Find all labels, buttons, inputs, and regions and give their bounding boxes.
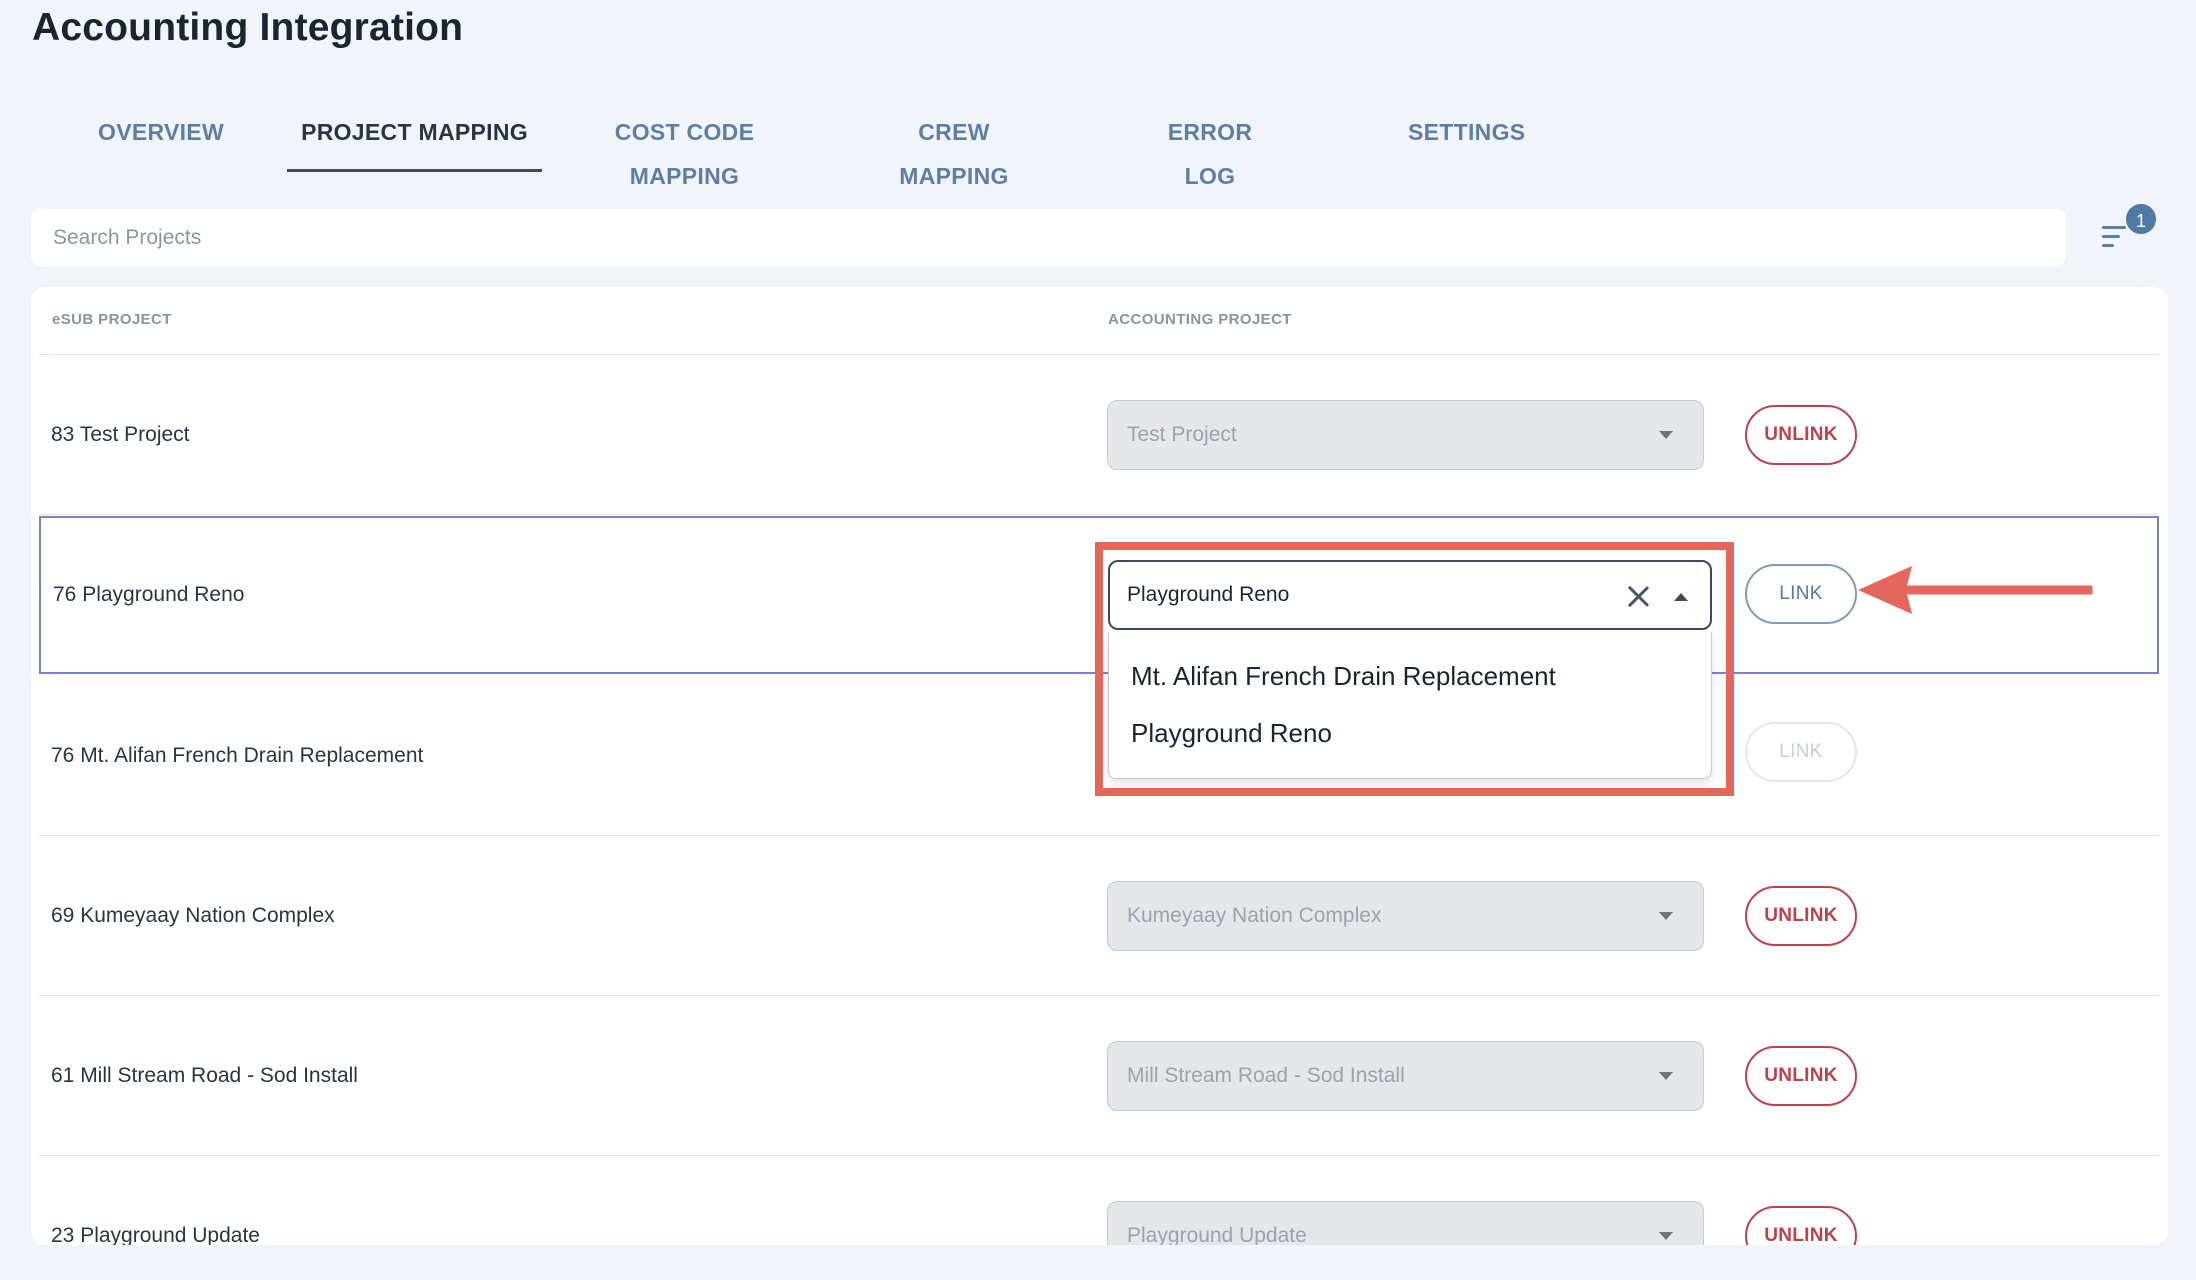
select-value: Playground Update bbox=[1127, 1224, 1307, 1245]
page-title: Accounting Integration bbox=[32, 6, 464, 49]
tab-crew-mapping[interactable]: CREW MAPPING bbox=[863, 110, 1045, 189]
accounting-project-select[interactable]: Kumeyaay Nation Complex bbox=[1107, 881, 1704, 951]
row-divider bbox=[39, 514, 2159, 515]
chevron-down-icon bbox=[1659, 431, 1673, 439]
chevron-down-icon bbox=[1659, 1072, 1673, 1080]
filter-button[interactable]: 1 bbox=[2094, 202, 2158, 262]
table-row-selected: 76 Playground Reno LINK bbox=[39, 516, 2159, 674]
accounting-project-select[interactable]: Playground Update bbox=[1107, 1201, 1704, 1245]
accounting-project-select[interactable]: Mill Stream Road - Sod Install bbox=[1107, 1041, 1704, 1111]
chevron-down-icon bbox=[1659, 912, 1673, 920]
filter-lines-icon bbox=[2102, 226, 2126, 253]
esub-project-name: 61 Mill Stream Road - Sod Install bbox=[51, 1064, 358, 1087]
esub-project-name: 69 Kumeyaay Nation Complex bbox=[51, 904, 335, 927]
unlink-button[interactable]: UNLINK bbox=[1745, 1206, 1857, 1245]
filter-count-badge: 1 bbox=[2124, 202, 2158, 236]
dropdown-menu: Mt. Alifan French Drain Replacement Play… bbox=[1108, 632, 1712, 779]
link-button[interactable]: LINK bbox=[1745, 564, 1857, 624]
select-value: Playground Reno bbox=[1127, 583, 1290, 606]
clear-icon[interactable] bbox=[1626, 584, 1650, 608]
unlink-button[interactable]: UNLINK bbox=[1745, 405, 1857, 465]
esub-project-name: 76 Playground Reno bbox=[53, 583, 245, 606]
project-mapping-table: eSUB PROJECT ACCOUNTING PROJECT 83 Test … bbox=[31, 287, 2168, 1245]
column-header-accounting-project: ACCOUNTING PROJECT bbox=[1108, 311, 1292, 328]
esub-project-name: 83 Test Project bbox=[51, 423, 190, 446]
table-row: 76 Mt. Alifan French Drain Replacement L… bbox=[39, 676, 2159, 836]
tab-bar: OVERVIEW PROJECT MAPPING COST CODE MAPPI… bbox=[0, 110, 1600, 189]
dropdown-option[interactable]: Playground Reno bbox=[1131, 718, 1332, 749]
select-value: Kumeyaay Nation Complex bbox=[1127, 904, 1382, 927]
chevron-up-icon[interactable] bbox=[1674, 593, 1688, 601]
esub-project-name: 23 Playground Update bbox=[51, 1224, 260, 1245]
table-row: 83 Test Project Test Project UNLINK bbox=[39, 355, 2159, 515]
esub-project-name: 76 Mt. Alifan French Drain Replacement bbox=[51, 744, 424, 767]
table-row: 69 Kumeyaay Nation Complex Kumeyaay Nati… bbox=[39, 836, 2159, 996]
tab-settings[interactable]: SETTINGS bbox=[1408, 110, 1525, 172]
tab-project-mapping[interactable]: PROJECT MAPPING bbox=[287, 110, 542, 172]
table-row: 61 Mill Stream Road - Sod Install Mill S… bbox=[39, 996, 2159, 1156]
tab-cost-code-mapping[interactable]: COST CODE MAPPING bbox=[562, 110, 807, 189]
unlink-button[interactable]: UNLINK bbox=[1745, 886, 1857, 946]
accounting-project-select-open[interactable]: Playground Reno bbox=[1108, 560, 1712, 630]
column-header-esub-project: eSUB PROJECT bbox=[52, 311, 172, 328]
select-value: Mill Stream Road - Sod Install bbox=[1127, 1064, 1405, 1087]
link-button-disabled[interactable]: LINK bbox=[1745, 722, 1857, 782]
tab-overview[interactable]: OVERVIEW bbox=[98, 110, 224, 172]
tab-error-log[interactable]: ERROR LOG bbox=[1145, 110, 1275, 189]
annotation-arrow-icon bbox=[1858, 566, 2093, 614]
select-value: Test Project bbox=[1127, 423, 1237, 446]
unlink-button[interactable]: UNLINK bbox=[1745, 1046, 1857, 1106]
dropdown-option[interactable]: Mt. Alifan French Drain Replacement bbox=[1131, 661, 1556, 692]
table-row: 23 Playground Update Playground Update U… bbox=[39, 1156, 2159, 1245]
search-input[interactable] bbox=[31, 209, 2066, 266]
accounting-project-select[interactable]: Test Project bbox=[1107, 400, 1704, 470]
chevron-down-icon bbox=[1659, 1232, 1673, 1240]
